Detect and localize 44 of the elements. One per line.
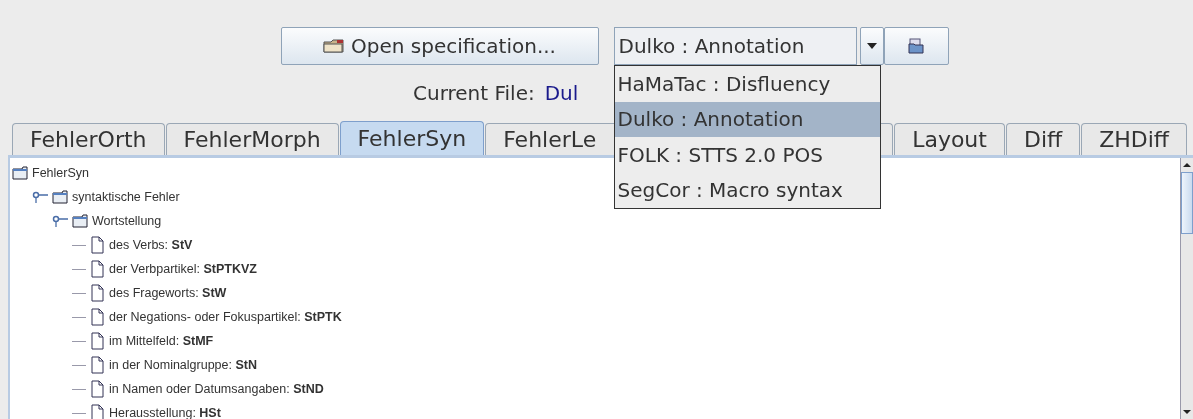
current-file-label: Current File: — [413, 80, 535, 107]
dropdown-arrow-button[interactable] — [859, 27, 884, 65]
dropdown-field[interactable]: Dulko : Annotation — [613, 27, 857, 65]
scrollbar-track[interactable] — [1180, 158, 1193, 419]
document-icon — [90, 356, 105, 374]
folder-icon — [323, 38, 345, 54]
tab[interactable]: FehlerMorph — [165, 123, 339, 155]
tree-item[interactable]: in Namen oder Datumsangaben: StND — [109, 379, 324, 399]
tree-item[interactable]: der Verbpartikel: StPTKVZ — [109, 259, 257, 279]
document-icon — [90, 308, 105, 326]
dropdown-option[interactable]: HaMaTac : Disfluency — [614, 66, 880, 102]
tab[interactable]: FehlerSyn — [339, 121, 485, 155]
tab[interactable]: Diff — [1005, 123, 1081, 155]
expand-handle-icon[interactable] — [32, 191, 48, 203]
caret-icon — [866, 43, 877, 49]
document-icon — [90, 404, 105, 419]
tree-item[interactable]: im Mittelfeld: StMF — [109, 331, 214, 351]
document-icon — [90, 284, 105, 302]
folder-icon — [72, 214, 88, 228]
expand-handle-icon[interactable] — [52, 215, 68, 227]
tree-item[interactable]: FehlerSyn — [32, 163, 89, 183]
tab[interactable]: ZHDiff — [1081, 123, 1187, 155]
tree-item[interactable]: des Verbs: StV — [109, 235, 193, 255]
tab[interactable]: FehlerOrth — [12, 123, 165, 155]
current-file-name: Dul — [544, 80, 579, 107]
tree-item[interactable]: Herausstellung: HSt — [109, 403, 221, 419]
folder-icon — [52, 190, 68, 204]
document-icon — [90, 380, 105, 398]
document-icon — [90, 260, 105, 278]
tree-item[interactable]: syntaktische Fehler — [72, 187, 180, 207]
folder-icon — [908, 38, 924, 54]
folder-icon — [12, 166, 28, 180]
tree-item[interactable]: in der Nominalgruppe: StN — [109, 355, 257, 375]
dropdown-option[interactable]: SegCor : Macro syntax — [614, 172, 880, 208]
tree-item[interactable]: der Negations- oder Fokuspartikel: StPTK — [109, 307, 342, 327]
scrollbar-thumb[interactable] — [1181, 172, 1193, 234]
tree-item[interactable]: Wortstellung — [92, 211, 162, 231]
tab[interactable]: Layout — [894, 123, 1005, 155]
tree-item[interactable]: des Frageworts: StW — [109, 283, 227, 303]
dropdown-option[interactable]: Dulko : Annotation — [614, 101, 880, 137]
document-icon — [90, 332, 105, 350]
dropdown-option[interactable]: FOLK : STTS 2.0 POS — [614, 137, 880, 173]
open-specification-button[interactable]: Open specification... — [280, 27, 599, 65]
document-icon — [90, 236, 105, 254]
